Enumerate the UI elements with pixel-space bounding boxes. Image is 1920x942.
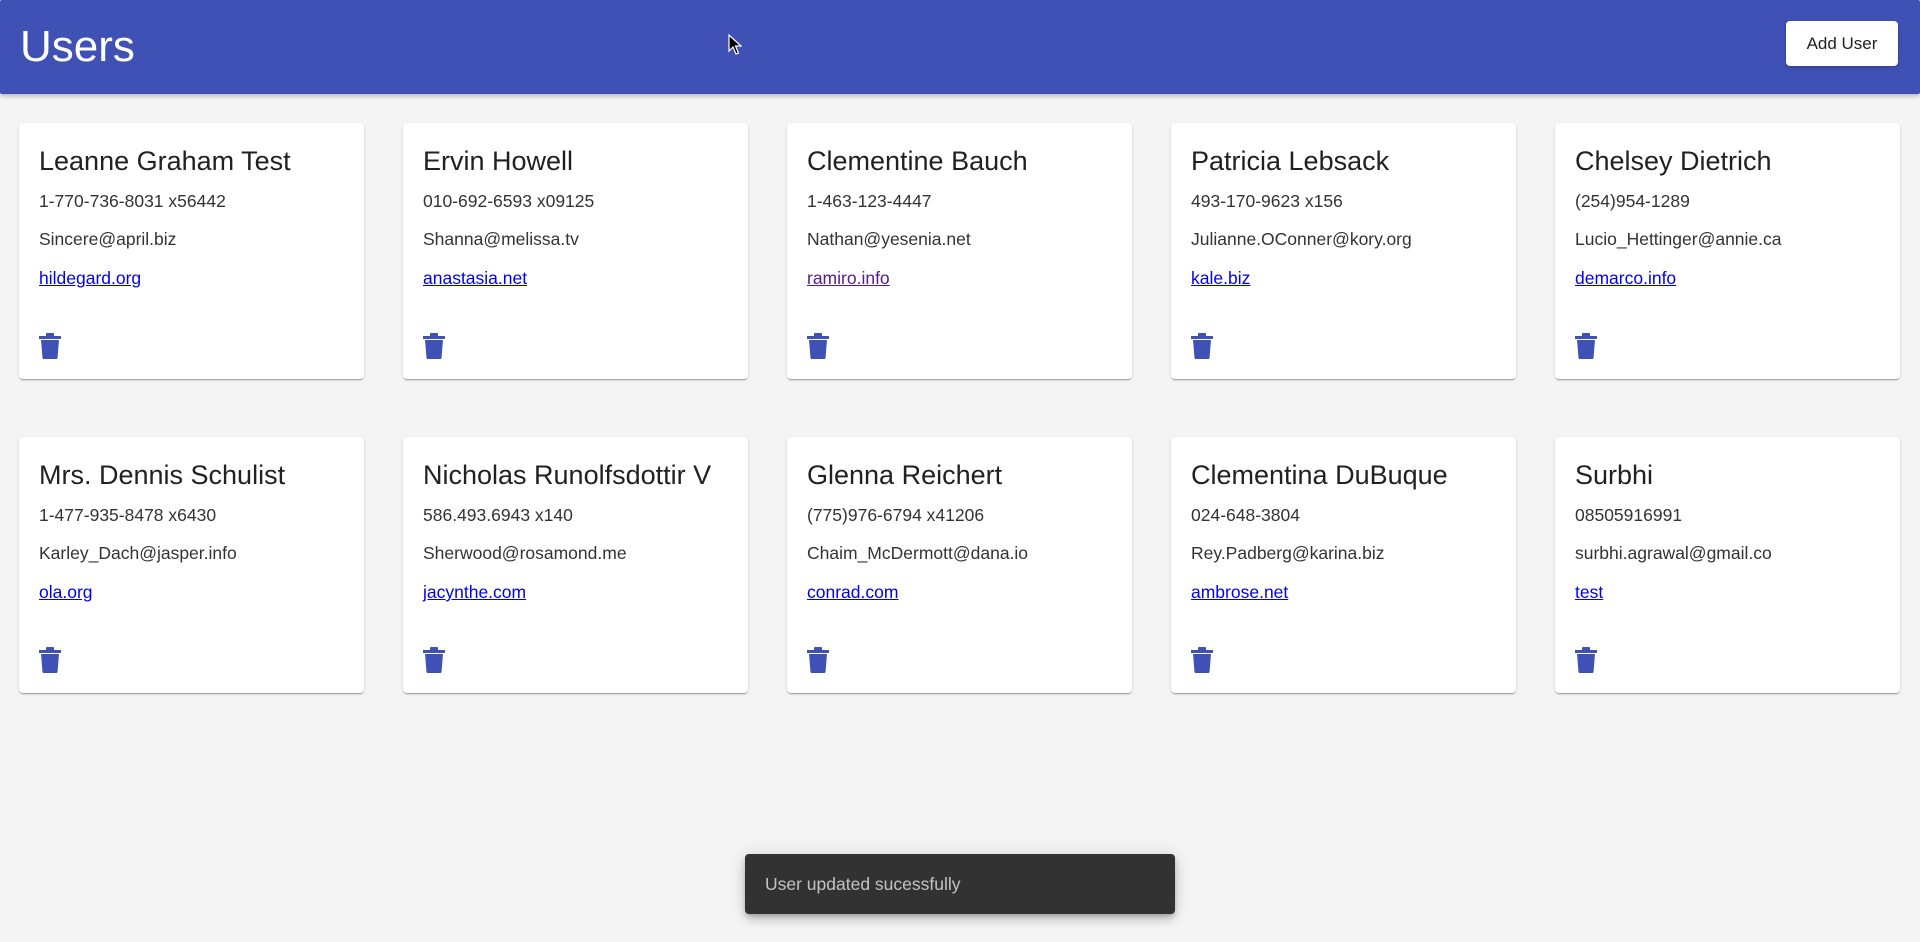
user-card: Chelsey Dietrich (254)954-1289 Lucio_Hetti… bbox=[1555, 123, 1900, 379]
user-email: Julianne.OConner@kory.org bbox=[1191, 229, 1412, 249]
user-website-link[interactable]: anastasia.net bbox=[423, 267, 527, 289]
user-name: Ervin Howell bbox=[423, 146, 574, 176]
user-website-link[interactable]: ambrose.net bbox=[1191, 581, 1288, 603]
user-phone: (775)976-6794 x41206 bbox=[807, 505, 985, 525]
user-card: Surbhi 08505916991 surbhi.agrawal@gmail.co… bbox=[1555, 437, 1900, 693]
delete-user-button[interactable] bbox=[423, 332, 449, 360]
user-website-link[interactable]: test bbox=[1575, 581, 1603, 603]
user-phone: 010-692-6593 x09125 bbox=[423, 191, 595, 211]
snackbar-message: User updated sucessfully bbox=[765, 874, 961, 894]
user-card: Clementine Bauch 1-463-123-4447 Nathan@yes… bbox=[787, 123, 1132, 379]
user-website-link[interactable]: conrad.com bbox=[807, 581, 898, 603]
trash-icon bbox=[39, 333, 65, 359]
user-email: Shanna@melissa.tv bbox=[423, 229, 579, 249]
delete-user-button[interactable] bbox=[1191, 646, 1217, 674]
user-name: Mrs. Dennis Schulist bbox=[39, 460, 286, 490]
user-email: Nathan@yesenia.net bbox=[807, 229, 971, 249]
user-phone: 586.493.6943 x140 bbox=[423, 505, 573, 525]
user-phone: 024-648-3804 bbox=[1191, 505, 1300, 525]
delete-user-button[interactable] bbox=[1575, 332, 1601, 360]
user-email: Lucio_Hettinger@annie.ca bbox=[1575, 229, 1782, 249]
user-email: Chaim_McDermott@dana.io bbox=[807, 543, 1029, 563]
mouse-cursor-icon bbox=[728, 34, 742, 55]
trash-icon bbox=[807, 647, 833, 673]
delete-user-button[interactable] bbox=[39, 332, 65, 360]
user-email: Sherwood@rosamond.me bbox=[423, 543, 627, 563]
user-phone: 1-770-736-8031 x56442 bbox=[39, 191, 226, 211]
user-card: Nicholas Runolfsdottir V 586.493.6943 x14… bbox=[403, 437, 748, 693]
user-website-link[interactable]: ola.org bbox=[39, 581, 93, 603]
user-card: Patricia Lebsack 493-170-9623 x156 Juliann… bbox=[1171, 123, 1516, 379]
trash-icon bbox=[1191, 647, 1217, 673]
user-phone: 1-463-123-4447 bbox=[807, 191, 932, 211]
app-toolbar: Users Add User bbox=[0, 0, 1920, 94]
trash-icon bbox=[423, 647, 449, 673]
user-phone: 1-477-935-8478 x6430 bbox=[39, 505, 217, 525]
delete-user-button[interactable] bbox=[1575, 646, 1601, 674]
user-website-link[interactable]: kale.biz bbox=[1191, 267, 1250, 289]
trash-icon bbox=[1575, 647, 1601, 673]
user-name: Patricia Lebsack bbox=[1191, 146, 1390, 176]
user-name: Leanne Graham Test bbox=[39, 146, 291, 176]
user-phone: 08505916991 bbox=[1575, 505, 1683, 525]
user-name: Surbhi bbox=[1575, 460, 1654, 490]
user-phone: (254)954-1289 bbox=[1575, 191, 1690, 211]
user-card: Mrs. Dennis Schulist 1-477-935-8478 x6430… bbox=[19, 437, 364, 693]
user-name: Chelsey Dietrich bbox=[1575, 146, 1772, 176]
delete-user-button[interactable] bbox=[807, 646, 833, 674]
delete-user-button[interactable] bbox=[39, 646, 65, 674]
user-website-link[interactable]: ramiro.info bbox=[807, 267, 890, 289]
add-user-button[interactable]: Add User bbox=[1786, 21, 1898, 66]
page-title: Users bbox=[20, 22, 135, 71]
user-email: Karley_Dach@jasper.info bbox=[39, 543, 237, 563]
user-name: Glenna Reichert bbox=[807, 460, 1003, 490]
user-card: Clementina DuBuque 024-648-3804 Rey.Padber… bbox=[1171, 437, 1516, 693]
delete-user-button[interactable] bbox=[807, 332, 833, 360]
user-website-link[interactable]: hildegard.org bbox=[39, 267, 141, 289]
user-card: Glenna Reichert (775)976-6794 x41206 Chaim… bbox=[787, 437, 1132, 693]
user-email: surbhi.agrawal@gmail.co bbox=[1575, 543, 1772, 563]
user-card-grid: Leanne Graham Test 1-770-736-8031 x56442 S… bbox=[19, 123, 1900, 693]
user-name: Nicholas Runolfsdottir V bbox=[423, 460, 712, 490]
delete-user-button[interactable] bbox=[423, 646, 449, 674]
trash-icon bbox=[1575, 333, 1601, 359]
user-card: Ervin Howell 010-692-6593 x09125 Shanna@me… bbox=[403, 123, 748, 379]
user-card: Leanne Graham Test 1-770-736-8031 x56442 S… bbox=[19, 123, 364, 379]
user-phone: 493-170-9623 x156 bbox=[1191, 191, 1343, 211]
trash-icon bbox=[39, 647, 65, 673]
trash-icon bbox=[423, 333, 449, 359]
user-email: Sincere@april.biz bbox=[39, 229, 177, 249]
user-name: Clementine Bauch bbox=[807, 146, 1028, 176]
trash-icon bbox=[807, 333, 833, 359]
user-website-link[interactable]: demarco.info bbox=[1575, 267, 1676, 289]
user-website-link[interactable]: jacynthe.com bbox=[423, 581, 526, 603]
user-name: Clementina DuBuque bbox=[1191, 460, 1448, 490]
delete-user-button[interactable] bbox=[1191, 332, 1217, 360]
trash-icon bbox=[1191, 333, 1217, 359]
snackbar: User updated sucessfully bbox=[745, 854, 1175, 914]
user-email: Rey.Padberg@karina.biz bbox=[1191, 543, 1385, 563]
